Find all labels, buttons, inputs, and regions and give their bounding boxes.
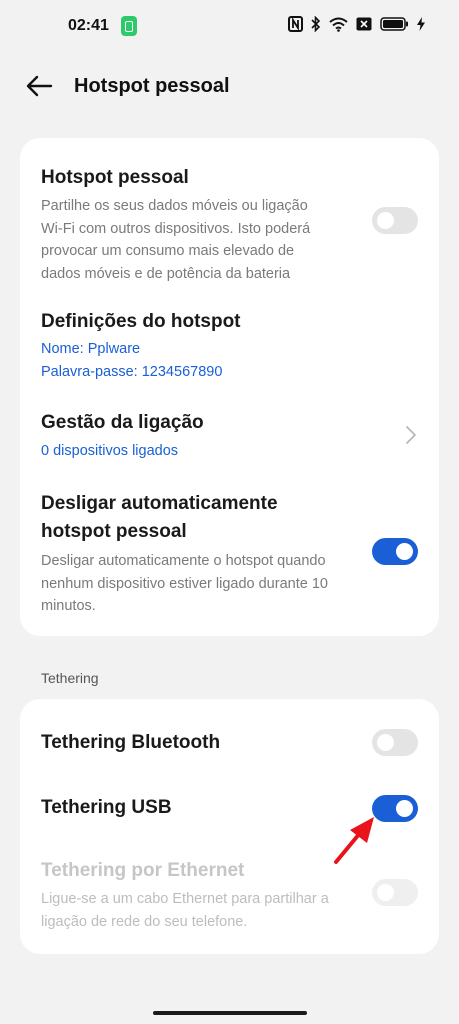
- hotspot-toggle-row[interactable]: Hotspot pessoal Partilhe os seus dados m…: [20, 138, 439, 288]
- arrow-left-icon: [26, 75, 53, 97]
- hotspot-password: Palavra-passe: 1234567890: [41, 363, 223, 380]
- hotspot-desc-line: Partilhe os seus dados móveis ou ligação: [41, 198, 308, 214]
- tethering-section-label: Tethering: [41, 670, 99, 686]
- toggle-knob: [396, 543, 413, 560]
- usb-tethering-title: Tethering USB: [41, 797, 172, 818]
- connected-devices-count: 0 dispositivos ligados: [41, 443, 179, 459]
- connection-management-row[interactable]: Gestão da ligação 0 dispositivos ligados: [20, 402, 439, 468]
- bluetooth-tethering-title: Tethering Bluetooth: [41, 732, 221, 753]
- toggle-knob: [377, 734, 394, 751]
- ethernet-tethering-toggle: [372, 879, 418, 906]
- ethernet-tethering-desc-line: Ligue-se a um cabo Ethernet para partilh…: [41, 891, 329, 907]
- hotspot-desc-line: Wi-Fi com outros dispositivos. Isto pode…: [41, 220, 311, 237]
- hotspot-desc-line: provocar um consumo mais elevado de: [41, 243, 295, 259]
- chevron-right-icon: [406, 426, 416, 444]
- hotspot-name: Nome: Pplware: [41, 341, 141, 357]
- connection-title: Gestão da ligação: [41, 412, 204, 433]
- status-icons: [288, 16, 425, 32]
- toggle-knob: [396, 800, 413, 817]
- red-arrow-annotation-icon: [334, 817, 374, 864]
- page-title: Hotspot pessoal: [74, 75, 230, 97]
- hotspot-config-row[interactable]: Definições do hotspot Nome: Pplware Pala…: [20, 298, 439, 384]
- charging-icon: [417, 17, 425, 31]
- auto-off-row[interactable]: Desligar automaticamente hotspot pessoal…: [20, 488, 439, 618]
- auto-off-desc-line: nenhum dispositivo estiver ligado durant…: [41, 575, 328, 592]
- hotspot-settings-card: Hotspot pessoal Partilhe os seus dados m…: [20, 138, 439, 636]
- home-indicator[interactable]: [153, 1011, 307, 1015]
- hotspot-title: Hotspot pessoal: [41, 167, 189, 188]
- hotspot-config-title: Definições do hotspot: [41, 311, 241, 332]
- back-button[interactable]: [24, 72, 54, 100]
- auto-off-toggle[interactable]: [372, 538, 418, 565]
- auto-off-title: hotspot pessoal: [41, 521, 187, 542]
- nfc-icon: [288, 16, 303, 32]
- status-time: 02:41: [68, 17, 109, 34]
- toggle-knob: [377, 212, 394, 229]
- bluetooth-tethering-toggle[interactable]: [372, 729, 418, 756]
- auto-off-desc-line: Desligar automaticamente o hotspot quand…: [41, 553, 326, 569]
- hotspot-desc-line: dados móveis e de potência da bateria: [41, 265, 291, 282]
- auto-off-title: Desligar automaticamente: [41, 493, 278, 514]
- ethernet-tethering-desc-line: ligação de rede do seu telefone.: [41, 913, 248, 930]
- hotspot-toggle[interactable]: [372, 207, 418, 234]
- app-header: Hotspot pessoal: [0, 62, 459, 110]
- bluetooth-icon: [311, 16, 321, 32]
- auto-off-desc-line: minutos.: [41, 598, 96, 614]
- app-notification-icon: [121, 16, 137, 36]
- toggle-knob: [377, 884, 394, 901]
- bluetooth-tethering-row[interactable]: Tethering Bluetooth: [20, 725, 439, 761]
- ethernet-tethering-title: Tethering por Ethernet: [41, 860, 245, 881]
- no-sim-icon: [356, 17, 372, 31]
- status-bar: 02:41: [0, 0, 459, 52]
- wifi-icon: [329, 17, 348, 32]
- battery-icon: [380, 17, 408, 31]
- ethernet-tethering-row: Tethering por Ethernet Ligue-se a um cab…: [20, 855, 439, 935]
